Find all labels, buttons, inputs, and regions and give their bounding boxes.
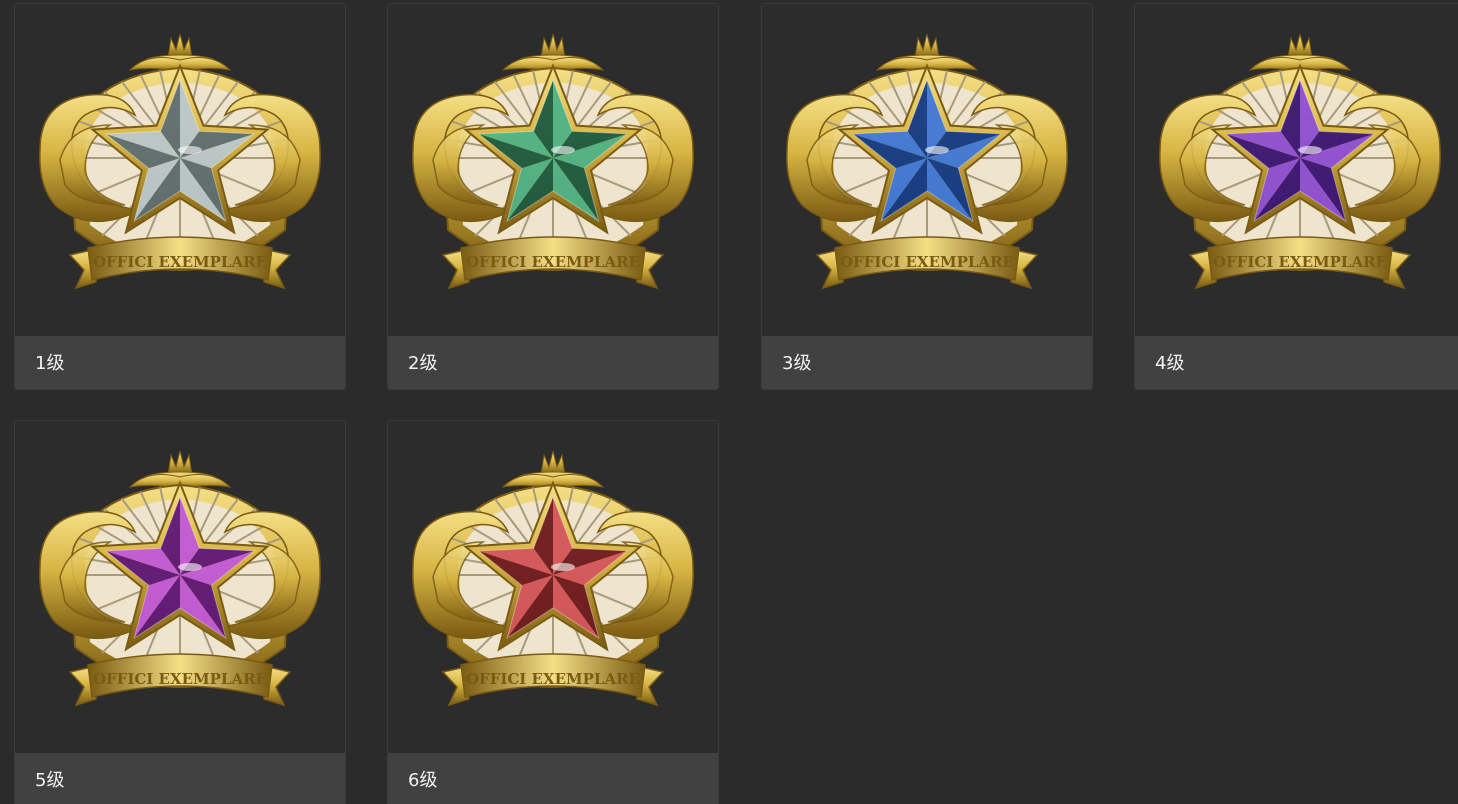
badge-level-label: 4级 bbox=[1135, 336, 1458, 389]
badge-level-label: 1级 bbox=[15, 336, 345, 389]
badge-image: OFFICI EXEMPLARE bbox=[388, 421, 718, 753]
blue-star-badge-icon: OFFICI EXEMPLARE bbox=[786, 33, 1068, 290]
badge-image: OFFICI EXEMPLARE bbox=[15, 4, 345, 336]
badge-card-level-6[interactable]: OFFICI EXEMPLARE 6级 bbox=[387, 420, 719, 804]
badge-card-level-4[interactable]: OFFICI EXEMPLARE 4级 bbox=[1134, 3, 1458, 390]
ribbon-text: OFFICI EXEMPLARE bbox=[466, 670, 640, 688]
badge-image: OFFICI EXEMPLARE bbox=[15, 421, 345, 753]
badge-card-level-5[interactable]: OFFICI EXEMPLARE 5级 bbox=[14, 420, 346, 804]
badge-card-level-1[interactable]: OFFICI EXEMPLARE 1级 bbox=[14, 3, 346, 390]
badge-level-label: 6级 bbox=[388, 753, 718, 804]
badge-level-label: 2级 bbox=[388, 336, 718, 389]
badge-image: OFFICI EXEMPLARE bbox=[388, 4, 718, 336]
ribbon-text: OFFICI EXEMPLARE bbox=[466, 253, 640, 271]
badge-image: OFFICI EXEMPLARE bbox=[1135, 4, 1458, 336]
badge-level-label: 3级 bbox=[762, 336, 1092, 389]
badge-card-level-2[interactable]: OFFICI EXEMPLARE 2级 bbox=[387, 3, 719, 390]
green-star-badge-icon: OFFICI EXEMPLARE bbox=[412, 33, 694, 290]
purple-star-badge-icon: OFFICI EXEMPLARE bbox=[1159, 33, 1441, 290]
magenta-star-badge-icon: OFFICI EXEMPLARE bbox=[39, 450, 321, 707]
badge-image: OFFICI EXEMPLARE bbox=[762, 4, 1092, 336]
ribbon-text: OFFICI EXEMPLARE bbox=[93, 253, 267, 271]
badge-grid: OFFICI EXEMPLARE 1级 OFFICI EXEMPLARE 2级 … bbox=[0, 0, 1458, 804]
badge-level-label: 5级 bbox=[15, 753, 345, 804]
ribbon-text: OFFICI EXEMPLARE bbox=[1213, 253, 1387, 271]
red-star-badge-icon: OFFICI EXEMPLARE bbox=[412, 450, 694, 707]
ribbon-text: OFFICI EXEMPLARE bbox=[93, 670, 267, 688]
badge-card-level-3[interactable]: OFFICI EXEMPLARE 3级 bbox=[761, 3, 1093, 390]
ribbon-text: OFFICI EXEMPLARE bbox=[840, 253, 1014, 271]
silver-star-badge-icon: OFFICI EXEMPLARE bbox=[39, 33, 321, 290]
